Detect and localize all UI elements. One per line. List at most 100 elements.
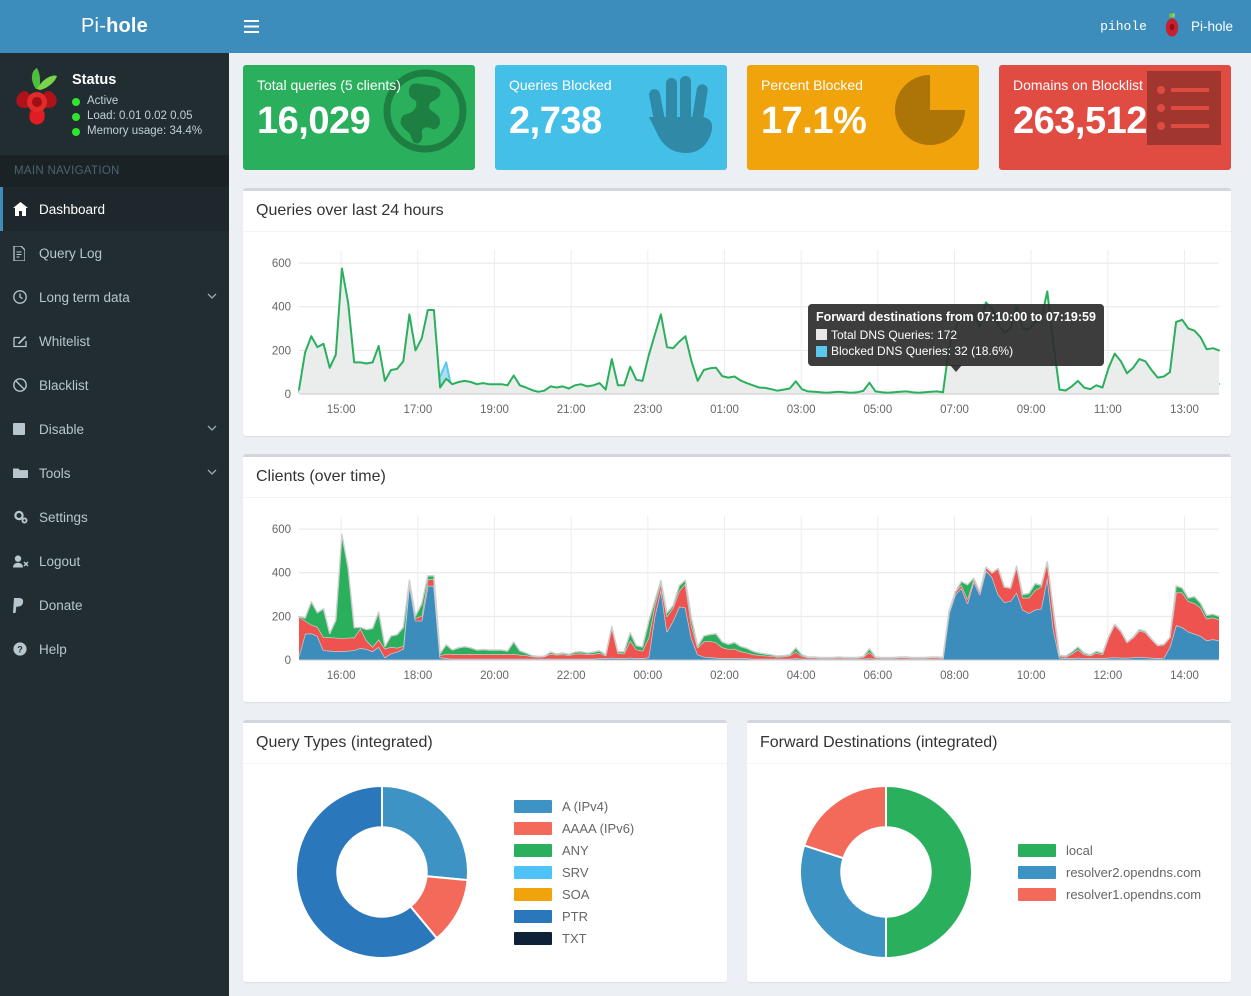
sidebar-item-settings[interactable]: Settings <box>0 495 229 539</box>
query-types-chart[interactable]: A (IPv4) AAAA (IPv6) ANY SRV SOA PTR TXT <box>255 774 715 968</box>
legend-label: A (IPv4) <box>562 799 608 814</box>
hamburger-icon[interactable] <box>229 0 273 53</box>
tooltip-swatch <box>816 346 827 357</box>
legend-item[interactable]: AAAA (IPv6) <box>514 821 715 836</box>
sidebar-item-label: Donate <box>39 598 83 613</box>
legend-item[interactable]: local <box>1018 843 1219 858</box>
tooltip-title: Forward destinations from 07:10:00 to 07… <box>816 309 1096 326</box>
navbar-right-group: pihole Pi-hole <box>1100 12 1251 41</box>
tooltip-blocked-label: Blocked DNS Queries: 32 (18.6%) <box>831 343 1013 360</box>
sidebar-item-label: Settings <box>39 510 88 525</box>
legend-label: AAAA (IPv6) <box>562 821 634 836</box>
chart-tooltip: Forward destinations from 07:10:00 to 07… <box>808 304 1104 366</box>
legend-label: PTR <box>562 909 588 924</box>
legend-swatch <box>514 844 552 857</box>
svg-text:01:00: 01:00 <box>710 404 739 416</box>
status-panel: Status Active Load: 0.01 0.02 0.05 Memor… <box>0 53 229 155</box>
legend-swatch <box>1018 866 1056 879</box>
sidebar-item-label: Help <box>39 642 67 657</box>
svg-text:23:00: 23:00 <box>633 404 662 416</box>
sidebar-item-label: Logout <box>39 554 80 569</box>
sidebar-item-logout[interactable]: Logout <box>0 539 229 583</box>
pihole-dashboard: Pi-hole pihole Pi-hol <box>0 0 1251 996</box>
svg-text:05:00: 05:00 <box>863 404 892 416</box>
legend-item[interactable]: resolver1.opendns.com <box>1018 887 1219 902</box>
sidebar-item-tools[interactable]: Tools <box>0 451 229 495</box>
paypal-icon <box>13 598 39 613</box>
donut-holder <box>255 782 508 962</box>
stat-box-domains-blocklist[interactable]: Domains on Blocklist 263,512 <box>999 65 1231 170</box>
svg-text:08:00: 08:00 <box>940 670 969 682</box>
legend-item[interactable]: A (IPv4) <box>514 799 715 814</box>
legend-item[interactable]: PTR <box>514 909 715 924</box>
panel-body: 020040060016:0018:0020:0022:0000:0002:00… <box>243 498 1231 702</box>
svg-text:400: 400 <box>272 568 291 580</box>
gears-icon <box>13 510 39 524</box>
sidebar-item-help[interactable]: ?Help <box>0 627 229 671</box>
forward-destinations-chart[interactable]: local resolver2.opendns.com resolver1.open… <box>759 774 1219 968</box>
question-circle-icon: ? <box>13 642 39 656</box>
sidebar-item-blacklist[interactable]: Blacklist <box>0 363 229 407</box>
panel-title: Forward Destinations (integrated) <box>747 723 1231 764</box>
svg-text:14:00: 14:00 <box>1170 670 1199 682</box>
sidebar-item-disable[interactable]: Disable <box>0 407 229 451</box>
raspberry-icon <box>1161 12 1183 41</box>
sidebar-item-label: Disable <box>39 422 84 437</box>
svg-text:0: 0 <box>285 655 291 667</box>
panel-title: Clients (over time) <box>243 457 1231 498</box>
queries-24h-chart[interactable]: 020040060015:0017:0019:0021:0023:0001:00… <box>255 242 1219 422</box>
svg-text:06:00: 06:00 <box>863 670 892 682</box>
ban-icon <box>13 378 39 392</box>
svg-text:21:00: 21:00 <box>557 404 586 416</box>
sidebar-nav-list: Dashboard Query Log Long term data Whitelis… <box>0 187 229 671</box>
panel-clients-over-time: Clients (over time) 020040060016:0018:00… <box>243 454 1231 702</box>
chevron-down-icon <box>207 468 217 479</box>
svg-text:11:00: 11:00 <box>1094 404 1122 416</box>
main-content: Total queries (5 clients) 16,029 Queries… <box>229 53 1251 996</box>
stat-box-percent-blocked[interactable]: Percent Blocked 17.1% <box>747 65 979 170</box>
sidebar-item-dashboard[interactable]: Dashboard <box>0 187 229 231</box>
svg-text:04:00: 04:00 <box>787 670 816 682</box>
nav-section-header: MAIN NAVIGATION <box>0 155 229 187</box>
user-times-icon <box>13 555 39 568</box>
legend-item[interactable]: SOA <box>514 887 715 902</box>
legend-swatch <box>1018 888 1056 901</box>
legend-item[interactable]: ANY <box>514 843 715 858</box>
clients-over-time-chart[interactable]: 020040060016:0018:0020:0022:0000:0002:00… <box>255 508 1219 688</box>
app-logo[interactable]: Pi-hole <box>0 0 229 53</box>
stat-box-total-queries[interactable]: Total queries (5 clients) 16,029 <box>243 65 475 170</box>
svg-text:10:00: 10:00 <box>1017 670 1046 682</box>
status-dot-icon <box>72 98 80 106</box>
file-icon <box>13 246 39 261</box>
panel-body: 020040060015:0017:0019:0021:0023:0001:00… <box>243 232 1231 436</box>
status-text-group: Status Active Load: 0.01 0.02 0.05 Memor… <box>72 66 202 139</box>
folder-icon <box>13 467 39 479</box>
svg-text:02:00: 02:00 <box>710 670 739 682</box>
tooltip-total-label: Total DNS Queries: 172 <box>831 327 957 344</box>
tooltip-row-total: Total DNS Queries: 172 <box>816 327 1096 344</box>
legend-item[interactable]: TXT <box>514 931 715 946</box>
svg-text:15:00: 15:00 <box>327 404 356 416</box>
panel-title: Query Types (integrated) <box>243 723 727 764</box>
sidebar-item-label: Query Log <box>39 246 102 261</box>
sidebar-item-whitelist[interactable]: Whitelist <box>0 319 229 363</box>
chevron-down-icon <box>207 292 217 303</box>
status-line-active: Active <box>72 94 202 109</box>
legend-item[interactable]: SRV <box>514 865 715 880</box>
legend-swatch <box>514 888 552 901</box>
sidebar-item-label: Whitelist <box>39 334 90 349</box>
legend-label: resolver2.opendns.com <box>1066 865 1201 880</box>
sidebar-item-query-log[interactable]: Query Log <box>0 231 229 275</box>
sidebar-item-donate[interactable]: Donate <box>0 583 229 627</box>
status-dot-icon <box>72 128 80 136</box>
stat-value: 17.1% <box>761 95 965 147</box>
query-types-legend: A (IPv4) AAAA (IPv6) ANY SRV SOA PTR TXT <box>508 799 715 946</box>
user-menu[interactable]: Pi-hole <box>1161 12 1233 41</box>
legend-label: local <box>1066 843 1093 858</box>
legend-label: TXT <box>562 931 587 946</box>
sidebar-item-label: Dashboard <box>39 202 105 217</box>
legend-item[interactable]: resolver2.opendns.com <box>1018 865 1219 880</box>
sidebar-item-long-term-data[interactable]: Long term data <box>0 275 229 319</box>
stat-box-queries-blocked[interactable]: Queries Blocked 2,738 <box>495 65 727 170</box>
status-line-load: Load: 0.01 0.02 0.05 <box>72 109 202 124</box>
